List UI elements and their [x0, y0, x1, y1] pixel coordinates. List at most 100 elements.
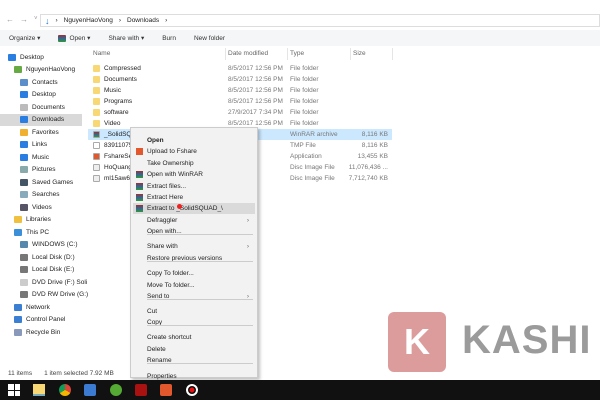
status-bar: 11 items 1 item selected 7.92 MB: [8, 370, 114, 377]
sidebar-item-label: Network: [26, 303, 50, 311]
organize-button[interactable]: Organize ▾: [9, 34, 40, 42]
sidebar-item[interactable]: Saved Games: [0, 176, 82, 188]
sidebar-item[interactable]: Libraries: [0, 214, 82, 226]
context-menu-item[interactable]: Open with WinRAR: [133, 169, 255, 180]
file-row[interactable]: software 27/9/2017 7:34 PM File folder: [88, 107, 392, 118]
sidebar-item[interactable]: Desktop: [0, 51, 82, 63]
sidebar-item[interactable]: Control Panel: [0, 314, 82, 326]
sidebar-item-label: Local Disk (E:): [32, 266, 75, 273]
sidebar-item[interactable]: Local Disk (E:): [0, 264, 82, 276]
garena-taskbar-icon[interactable]: [135, 384, 147, 396]
forward-icon[interactable]: →: [20, 15, 28, 24]
item-count: 11 items: [8, 370, 33, 377]
context-menu-item[interactable]: Cut: [133, 306, 255, 317]
context-menu-item[interactable]: Extract to _SolidSQUAD_\: [133, 203, 255, 214]
start-button[interactable]: [8, 384, 20, 396]
context-menu-item[interactable]: Upload to Fshare: [133, 146, 255, 157]
context-menu-label: Open with WinRAR: [147, 171, 203, 178]
sidebar-item[interactable]: Videos: [0, 201, 82, 213]
context-menu-label: Extract to _SolidSQUAD_\: [147, 205, 223, 212]
context-menu-item[interactable]: Open: [133, 135, 255, 146]
column-name[interactable]: Name: [93, 50, 110, 57]
sidebar-item[interactable]: WINDOWS (C:): [0, 239, 82, 251]
column-date[interactable]: Date modified: [228, 50, 268, 57]
file-icon: [93, 142, 100, 149]
recent-chevron-icon[interactable]: ˅: [34, 16, 38, 22]
column-type[interactable]: Type: [290, 50, 304, 57]
context-menu-label: Extract files...: [147, 183, 187, 190]
sidebar-item-icon: [20, 191, 28, 198]
context-menu-item[interactable]: Create shortcut: [133, 332, 255, 343]
context-menu-label: Cut: [147, 308, 158, 315]
sidebar-item[interactable]: Documents: [0, 101, 82, 113]
app-taskbar-icon[interactable]: [110, 384, 122, 396]
context-menu-item[interactable]: Defraggler ›: [133, 215, 255, 226]
file-size: 8,116 KB: [361, 131, 388, 138]
context-menu-item[interactable]: Extract files...: [133, 181, 255, 192]
breadcrumb-downloads[interactable]: Downloads: [127, 17, 159, 24]
sidebar-item[interactable]: DVD RW Drive (G:): [0, 289, 88, 301]
sidebar-item[interactable]: NguyenHaoVong: [0, 64, 82, 76]
record-taskbar-icon[interactable]: [186, 384, 198, 396]
sidebar-item[interactable]: DVD Drive (F:) Soli: [0, 276, 87, 288]
sidebar-item[interactable]: Desktop: [0, 89, 82, 101]
open-button[interactable]: Open ▾: [58, 34, 90, 42]
share-with-button[interactable]: Share with ▾: [108, 34, 144, 42]
sidebar-item[interactable]: This PC: [0, 226, 82, 238]
new-folder-button[interactable]: New folder: [194, 35, 225, 42]
sidebar-item[interactable]: Favorites: [0, 126, 82, 138]
sidebar-item-label: Desktop: [32, 91, 56, 98]
file-row[interactable]: Programs 8/5/2017 12:56 PM File folder: [88, 96, 392, 107]
sidebar-item-label: This PC: [26, 228, 50, 236]
file-row[interactable]: Compressed 8/5/2017 12:56 PM File folder: [88, 63, 392, 74]
context-menu-item[interactable]: Restore previous versions: [133, 253, 255, 264]
context-menu-item[interactable]: Delete: [133, 344, 255, 355]
media-player-taskbar-icon[interactable]: [84, 384, 96, 396]
context-menu-item[interactable]: Rename: [133, 355, 255, 366]
file-explorer-taskbar-icon[interactable]: [33, 384, 45, 396]
file-date: 8/5/2017 12:56 PM: [228, 98, 283, 105]
menu-separator: [147, 299, 253, 300]
sidebar-item[interactable]: Music: [0, 151, 82, 163]
file-type: Application: [290, 153, 322, 160]
file-icon: [93, 131, 100, 138]
file-row[interactable]: Music 8/5/2017 12:56 PM File folder: [88, 85, 392, 96]
context-menu-item[interactable]: Open with...: [133, 226, 255, 237]
submenu-arrow-icon: ›: [246, 217, 249, 224]
sidebar-item[interactable]: Local Disk (D:): [0, 251, 82, 263]
sidebar-item-label: Libraries: [26, 216, 51, 223]
sidebar-item[interactable]: Contacts: [0, 76, 82, 88]
burn-button[interactable]: Burn: [162, 35, 176, 42]
sidebar-item-label: Videos: [32, 203, 52, 211]
file-type: File folder: [290, 76, 319, 83]
back-icon[interactable]: ←: [6, 15, 14, 24]
address-input[interactable]: ↓ › NguyenHaoVong › Downloads ›: [40, 14, 600, 27]
menu-separator: [147, 363, 253, 364]
column-size[interactable]: Size: [353, 50, 366, 57]
menu-separator: [147, 261, 253, 262]
context-menu-item[interactable]: Share with ›: [133, 241, 255, 252]
sidebar-item[interactable]: Pictures: [0, 164, 82, 176]
sidebar-item-icon: [20, 291, 28, 298]
sidebar-item[interactable]: Network: [0, 301, 82, 313]
sidebar-item[interactable]: Searches: [0, 189, 82, 201]
sidebar-item[interactable]: Recycle Bin: [0, 326, 82, 338]
context-menu: Open Upload to Fshare Take Ownership Open w…: [130, 127, 258, 380]
sidebar-item[interactable]: Links: [0, 139, 82, 151]
breadcrumb-user[interactable]: NguyenHaoVong: [64, 17, 113, 24]
context-menu-item[interactable]: Take Ownership: [133, 158, 255, 169]
file-row[interactable]: Documents 8/5/2017 12:56 PM File folder: [88, 74, 392, 85]
sidebar-item-icon: [14, 216, 22, 223]
sidebar-item[interactable]: Downloads: [0, 113, 82, 126]
context-menu-item[interactable]: Copy: [133, 317, 255, 328]
fshare-taskbar-icon[interactable]: [160, 384, 172, 396]
context-menu-item[interactable]: Copy To folder...: [133, 268, 255, 279]
context-menu-item[interactable]: Move To folder...: [133, 280, 255, 291]
context-menu-item[interactable]: Extract Here: [133, 192, 255, 203]
chrome-taskbar-icon[interactable]: [59, 384, 71, 396]
sidebar-item-icon: [20, 203, 28, 211]
context-menu-item[interactable]: Send to ›: [133, 291, 255, 302]
sidebar-item-label: Music: [32, 153, 49, 161]
file-type: File folder: [290, 87, 319, 94]
sidebar-item-icon: [20, 116, 28, 123]
